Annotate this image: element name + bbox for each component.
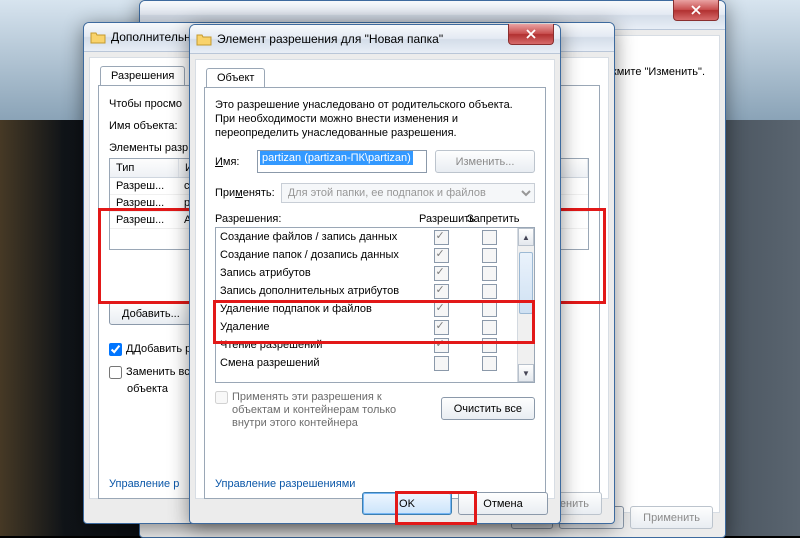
allow-checkbox[interactable]	[434, 248, 449, 263]
allow-checkbox[interactable]	[434, 230, 449, 245]
allow-checkbox[interactable]	[434, 302, 449, 317]
permission-name: Запись дополнительных атрибутов	[220, 285, 417, 297]
allow-checkbox[interactable]	[434, 266, 449, 281]
permission-name: Удаление подпапок и файлов	[220, 303, 417, 315]
apply-button[interactable]: Применить	[630, 506, 713, 529]
scroll-down-button[interactable]: ▼	[518, 364, 534, 382]
apply-within-container-checkbox[interactable]	[215, 391, 228, 404]
scroll-thumb[interactable]	[519, 252, 533, 314]
permission-name: Смена разрешений	[220, 357, 417, 369]
deny-checkbox[interactable]	[482, 320, 497, 335]
window-title: Дополнительн...	[111, 30, 201, 44]
deny-checkbox[interactable]	[482, 338, 497, 353]
manage-permissions-link[interactable]: Управление р	[109, 478, 179, 490]
close-button[interactable]	[673, 0, 719, 21]
cancel-button[interactable]: Отмена	[458, 492, 548, 515]
deny-checkbox[interactable]	[482, 230, 497, 245]
apply-to-select[interactable]: Для этой папки, ее подпапок и файлов	[281, 183, 535, 203]
name-label: Имя:	[215, 156, 249, 168]
scroll-up-button[interactable]: ▲	[518, 228, 534, 246]
close-button[interactable]	[508, 24, 554, 45]
permissions-label: Разрешения:	[215, 213, 419, 225]
permission-row: Запись дополнительных атрибутов	[216, 282, 517, 300]
description-text: Это разрешение унаследовано от родительс…	[215, 98, 535, 140]
manage-permissions-link[interactable]: Управление разрешениями	[215, 478, 355, 490]
include-inheritable-label: ДДобавить р	[126, 343, 191, 355]
tab-permissions[interactable]: Разрешения	[100, 66, 185, 86]
deny-checkbox[interactable]	[482, 302, 497, 317]
col-type[interactable]: Тип	[110, 159, 179, 177]
col-allow: Разрешить	[419, 213, 467, 225]
object-name-label: Имя объекта:	[109, 120, 178, 132]
window-title: Элемент разрешения для "Новая папка"	[217, 32, 443, 46]
change-button[interactable]: Изменить...	[435, 150, 535, 173]
ok-button[interactable]: OK	[362, 492, 452, 515]
permission-name: Чтение разрешений	[220, 339, 417, 351]
entries-label: Элементы разр	[109, 142, 188, 154]
replace-child-checkbox[interactable]	[109, 366, 122, 379]
allow-checkbox[interactable]	[434, 284, 449, 299]
permission-row: Удаление подпапок и файлов	[216, 300, 517, 318]
clear-all-button[interactable]: Очистить все	[441, 397, 535, 420]
apply-to-label: Применять:	[215, 187, 275, 199]
deny-checkbox[interactable]	[482, 266, 497, 281]
permission-name: Удаление	[220, 321, 417, 333]
permission-name: Запись атрибутов	[220, 267, 417, 279]
permission-entry-window: Элемент разрешения для "Новая папка" Объ…	[189, 24, 561, 524]
folder-icon	[196, 32, 212, 46]
scrollbar[interactable]: ▲ ▼	[517, 228, 534, 382]
include-inheritable-checkbox[interactable]	[109, 343, 122, 356]
edit-hint: жмите "Изменить".	[609, 66, 705, 78]
col-deny: Запретить	[467, 213, 515, 225]
replace-child-label: Заменить вс	[126, 366, 190, 378]
folder-icon	[146, 8, 162, 22]
add-button[interactable]: Добавить...	[109, 302, 193, 325]
apply-within-container-label: Применять эти разрешения к объектам и ко…	[232, 391, 431, 430]
permission-row: Запись атрибутов	[216, 264, 517, 282]
titlebar: Элемент разрешения для "Новая папка"	[190, 25, 560, 54]
permission-row: Удаление	[216, 318, 517, 336]
permission-name: Создание файлов / запись данных	[220, 231, 417, 243]
folder-icon	[90, 30, 106, 44]
name-field[interactable]: partizan (partizan-ПК\partizan)	[257, 150, 427, 173]
allow-checkbox[interactable]	[434, 338, 449, 353]
allow-checkbox[interactable]	[434, 320, 449, 335]
tab-object[interactable]: Объект	[206, 68, 265, 88]
permission-row: Создание папок / дозапись данных	[216, 246, 517, 264]
allow-checkbox[interactable]	[434, 356, 449, 371]
deny-checkbox[interactable]	[482, 248, 497, 263]
permission-row: Смена разрешений	[216, 354, 517, 372]
deny-checkbox[interactable]	[482, 284, 497, 299]
deny-checkbox[interactable]	[482, 356, 497, 371]
permission-row: Создание файлов / запись данных	[216, 228, 517, 246]
permission-name: Создание папок / дозапись данных	[220, 249, 417, 261]
permissions-list: Создание файлов / запись данных Создание …	[215, 227, 535, 383]
permission-row: Чтение разрешений	[216, 336, 517, 354]
